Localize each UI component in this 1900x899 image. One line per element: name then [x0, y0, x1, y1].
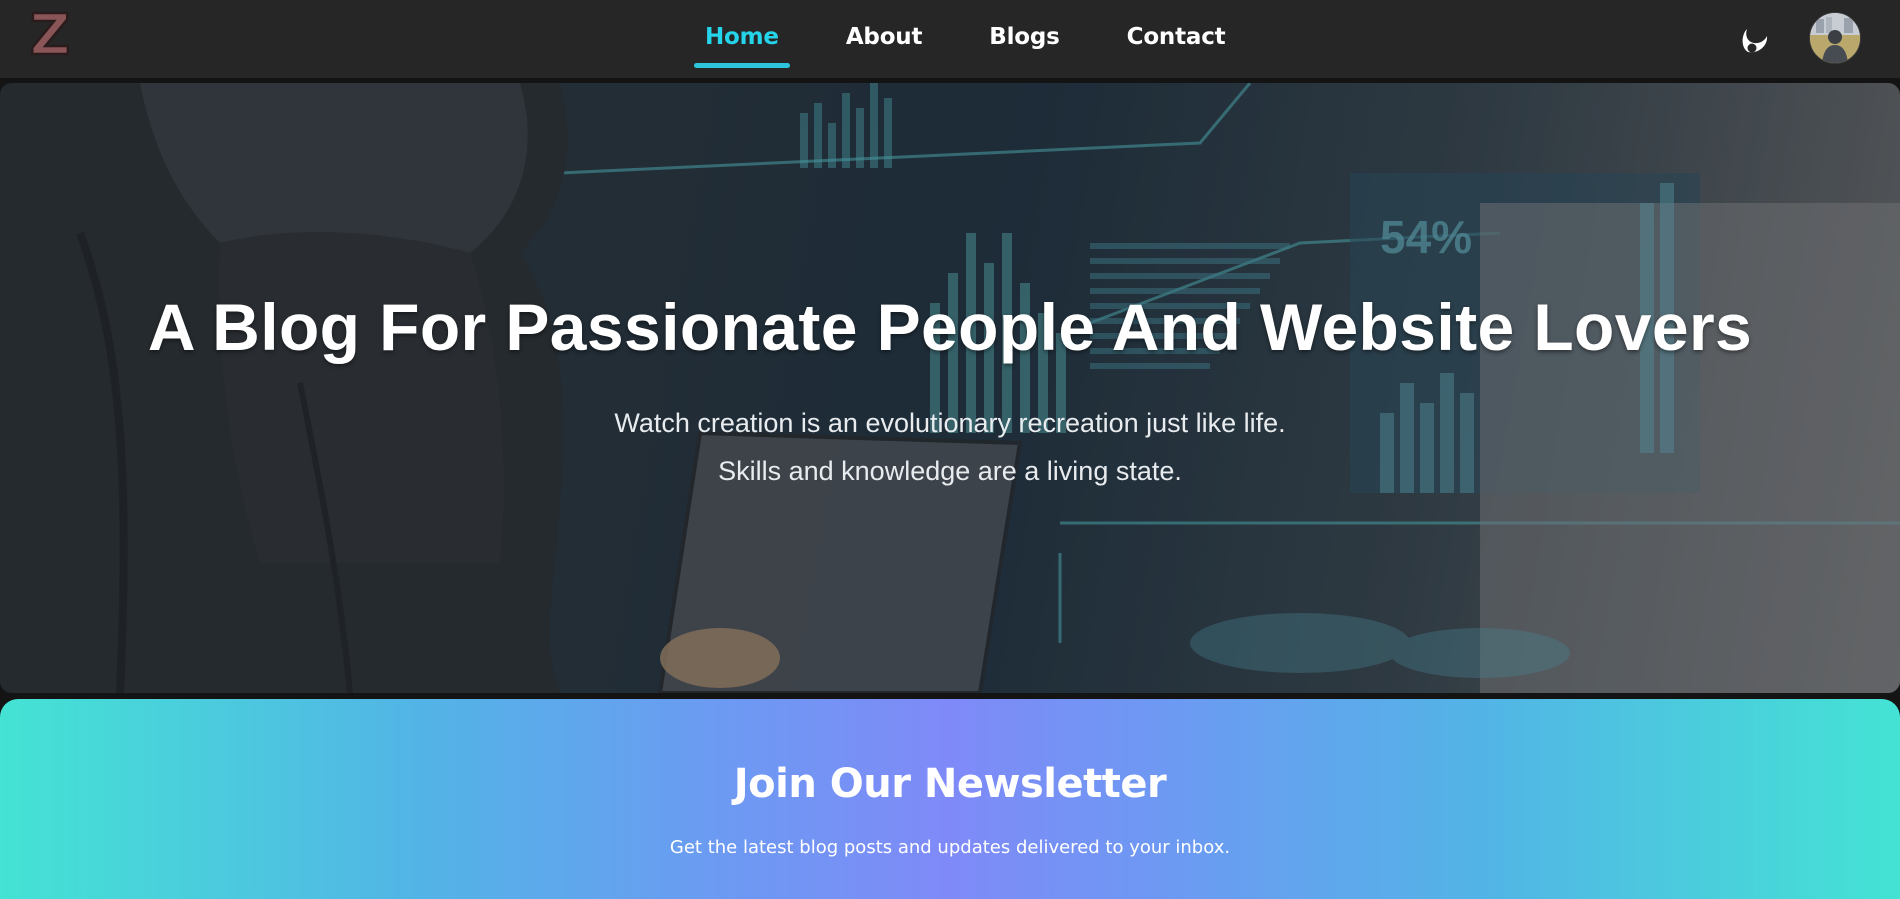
moon-icon: [1742, 29, 1768, 53]
nav-link-label: Contact: [1126, 24, 1226, 50]
nav-link-label: About: [845, 24, 923, 50]
nav-link-blogs[interactable]: Blogs: [978, 0, 1070, 78]
hero-subtitle-line1: Watch creation is an evolutionary recrea…: [614, 408, 1286, 438]
avatar-photo-icon: [1810, 13, 1860, 63]
theme-toggle-button[interactable]: [1740, 24, 1772, 56]
nav-link-about[interactable]: About: [835, 0, 933, 78]
newsletter-title: Join Our Newsletter: [733, 761, 1167, 807]
newsletter-section: Join Our Newsletter Get the latest blog …: [0, 699, 1900, 899]
newsletter-description: Get the latest blog posts and updates de…: [669, 837, 1231, 858]
user-avatar[interactable]: [1809, 12, 1861, 64]
logo-letter: Z: [30, 8, 71, 62]
main-nav: Home About Blogs Contact: [694, 0, 1281, 78]
active-indicator: [694, 63, 790, 68]
hero-overlay: [0, 83, 1900, 693]
logo[interactable]: Z: [25, 2, 75, 70]
navbar: Z Home About Blogs Contact: [0, 0, 1900, 78]
hero-title: A Blog For Passionate People And Website…: [147, 290, 1753, 364]
logo-z-icon: Z: [28, 2, 71, 70]
nav-link-label: Blogs: [989, 24, 1060, 50]
nav-link-contact[interactable]: Contact: [1116, 0, 1237, 78]
nav-link-home[interactable]: Home: [694, 0, 790, 78]
hero-subtitle-line2: Skills and knowledge are a living state.: [718, 456, 1182, 486]
nav-link-label: Home: [705, 24, 779, 50]
hero-banner: 54% A Blog For Passionate People And Web…: [0, 83, 1900, 693]
